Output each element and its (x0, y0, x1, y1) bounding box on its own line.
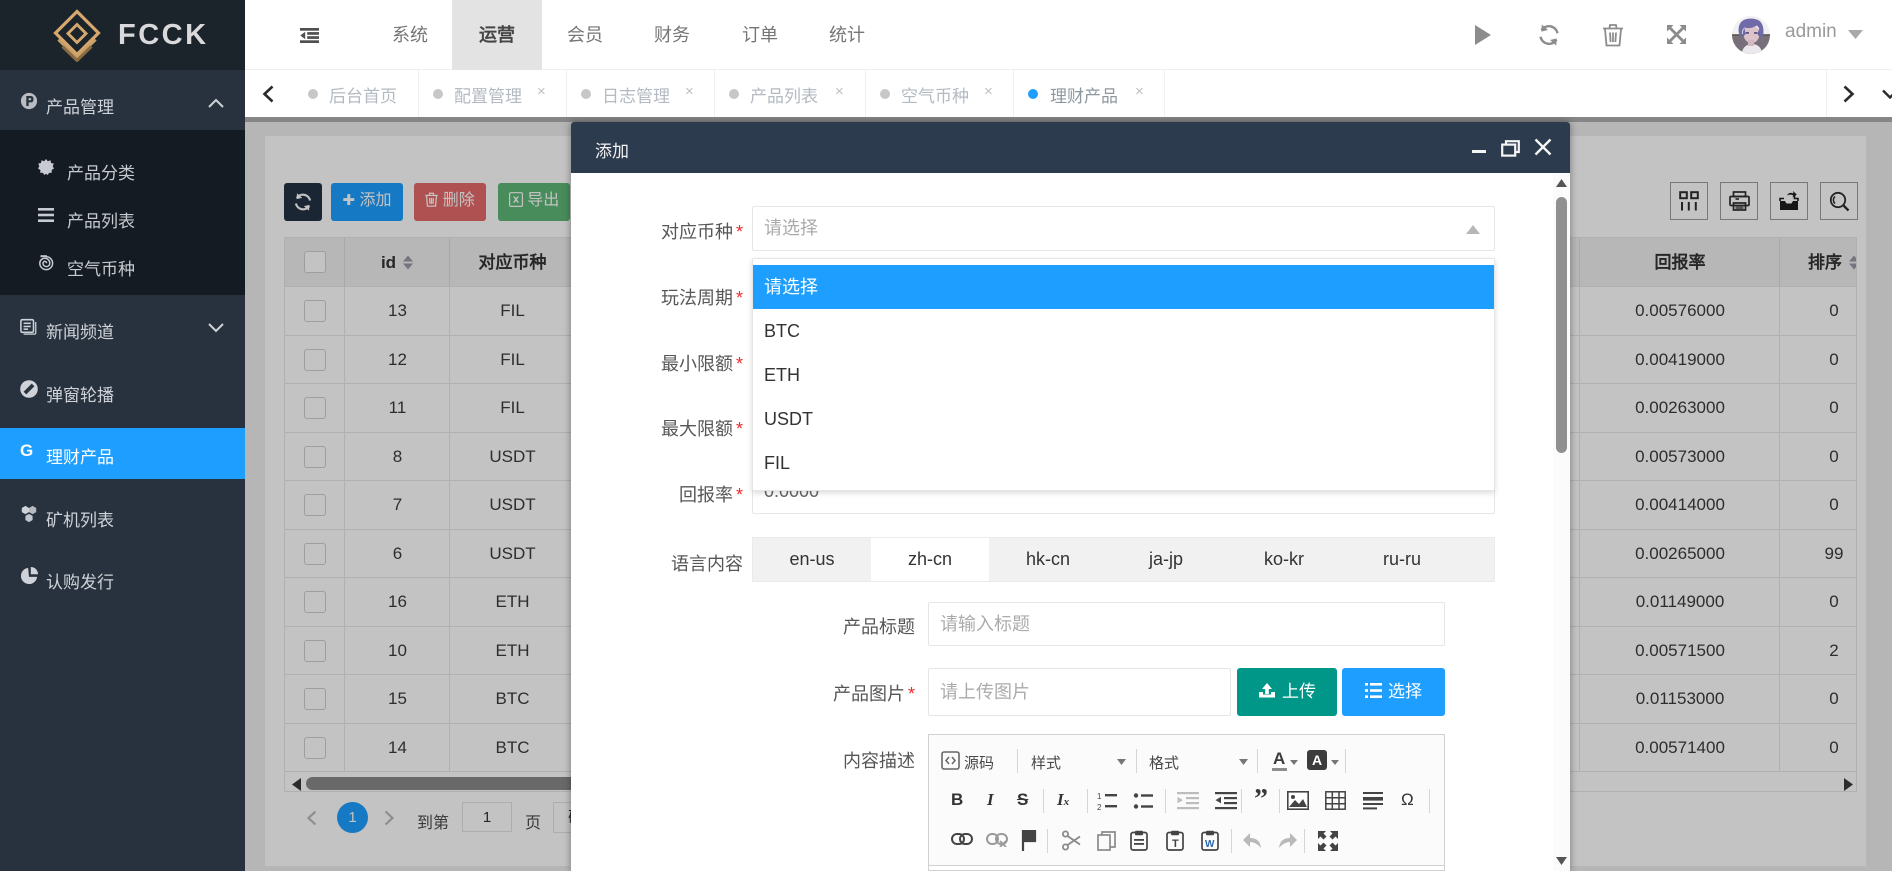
svg-text:1: 1 (1097, 792, 1102, 801)
svg-text:W: W (1205, 839, 1215, 850)
svg-text:T: T (1172, 838, 1179, 850)
svg-text:2: 2 (1097, 803, 1102, 811)
